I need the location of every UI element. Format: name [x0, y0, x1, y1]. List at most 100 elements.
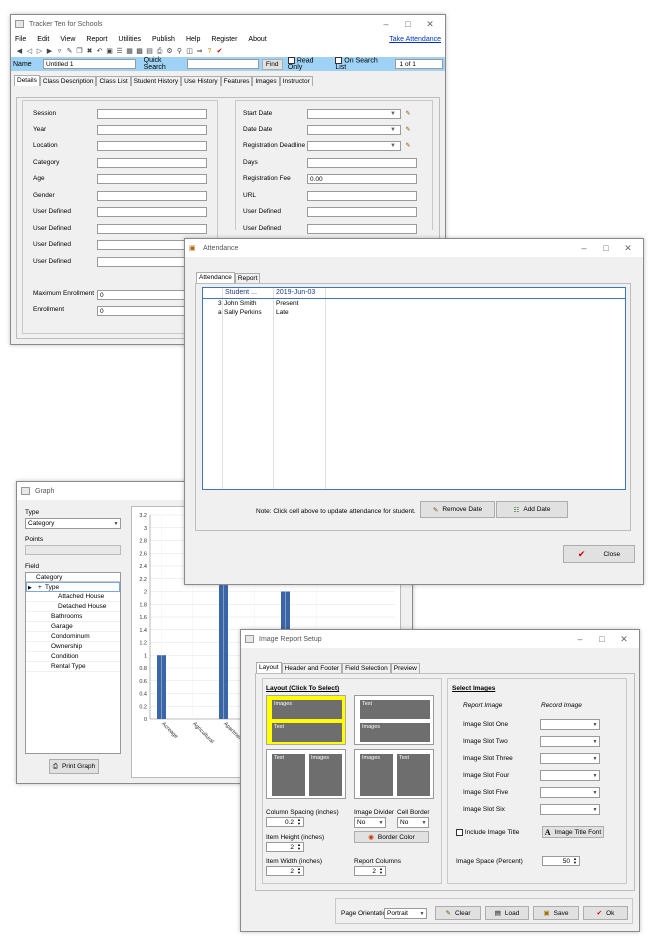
session-input[interactable]: [97, 109, 207, 119]
row-2-name[interactable]: Sally Perkins: [224, 309, 262, 316]
right-user-defined-2-input[interactable]: [307, 224, 417, 234]
tab-use-history[interactable]: Use History: [181, 76, 221, 86]
field-tree-row[interactable]: Detached House: [26, 602, 120, 612]
registration-fee-input[interactable]: 0.00: [307, 174, 417, 184]
menu-register[interactable]: Register: [211, 36, 237, 43]
field-tree-row[interactable]: Condominum: [26, 632, 120, 642]
find-button[interactable]: Find: [261, 58, 283, 70]
save-icon[interactable]: ▣: [105, 47, 114, 56]
registration-deadline-pick-icon[interactable]: ✎: [404, 142, 412, 150]
field-tree[interactable]: Category ▶ + Type Attached House Detached Ho…: [25, 572, 121, 754]
help-icon[interactable]: ?: [205, 47, 214, 56]
filter-icon[interactable]: ▿: [55, 47, 64, 56]
menu-report[interactable]: Report: [86, 36, 107, 43]
attendance-grid[interactable]: Student ... 2019-Jun-03 3 John Smith Pre…: [202, 287, 626, 490]
row-2-status[interactable]: Late: [276, 309, 289, 316]
layout-option-images-over-text[interactable]: Images Text: [266, 695, 346, 745]
row-1-name[interactable]: John Smith: [224, 300, 257, 307]
spinner-arrows-icon[interactable]: ▲ ▼: [296, 867, 302, 875]
registration-deadline-input[interactable]: [307, 141, 401, 151]
last-record-icon[interactable]: ▶: [45, 47, 54, 56]
image-slot-select[interactable]: ▼: [540, 804, 600, 815]
start-date-pick-icon[interactable]: ✎: [404, 110, 412, 118]
image-divider-select[interactable]: No ▼: [354, 817, 386, 828]
include-image-title-check[interactable]: [456, 829, 463, 836]
start-date-input[interactable]: [307, 109, 401, 119]
report-icon[interactable]: ▤: [145, 47, 154, 56]
field-tree-row[interactable]: Condition: [26, 652, 120, 662]
layout-option-images-left-text-right[interactable]: Images Text: [354, 749, 434, 799]
save-button[interactable]: ▣ Save: [533, 906, 579, 920]
image-title-font-button[interactable]: A Image Title Font: [542, 826, 604, 838]
tab-report[interactable]: Report: [234, 273, 261, 283]
take-attendance-link[interactable]: Take Attendance: [389, 36, 441, 43]
image-slot-select[interactable]: ▼: [540, 736, 600, 747]
attendance-close-button[interactable]: ✔ Close: [563, 545, 635, 563]
date-date-pick-icon[interactable]: ✎: [404, 126, 412, 134]
grid-icon[interactable]: ▦: [125, 47, 134, 56]
include-image-title-checkbox[interactable]: Include Image Title: [456, 829, 519, 836]
page-orientation-select[interactable]: Portrait ▼: [384, 908, 427, 919]
clear-button[interactable]: ✎ Clear: [435, 906, 481, 920]
on-search-list-check[interactable]: [335, 56, 343, 64]
tab-images[interactable]: Images: [252, 76, 280, 86]
chart-icon[interactable]: ▩: [135, 47, 144, 56]
gender-input[interactable]: [97, 191, 207, 201]
year-input[interactable]: [97, 125, 207, 135]
start-date-calendar-icon[interactable]: ▼: [389, 110, 397, 118]
field-tree-row[interactable]: Rental Type: [26, 662, 120, 672]
column-spacing-spinner[interactable]: 0.2 ▲ ▼: [266, 817, 304, 827]
menu-view[interactable]: View: [60, 36, 75, 43]
new-icon[interactable]: ✎: [65, 47, 74, 56]
tab-class-description[interactable]: Class Description: [39, 76, 97, 86]
spinner-arrows-icon[interactable]: ▲ ▼: [572, 857, 578, 865]
days-input[interactable]: [307, 158, 417, 168]
export-icon[interactable]: ⇒: [195, 47, 204, 56]
close-icon[interactable]: ✕: [419, 19, 441, 30]
copy-icon[interactable]: ❐: [75, 47, 84, 56]
menu-file[interactable]: File: [15, 36, 26, 43]
tab-attendance[interactable]: Attendance: [196, 272, 235, 283]
points-spinner[interactable]: [25, 545, 121, 555]
image-slot-select[interactable]: ▼: [540, 770, 600, 781]
date-date-input[interactable]: [307, 125, 401, 135]
spinner-arrows-icon[interactable]: ▲ ▼: [378, 867, 384, 875]
attendance-minimize-icon[interactable]: –: [573, 243, 595, 253]
col-header-date[interactable]: 2019-Jun-03: [276, 289, 315, 296]
settings-icon[interactable]: ⚙: [165, 47, 174, 56]
image-slot-select[interactable]: ▼: [540, 787, 600, 798]
tab-header-footer[interactable]: Header and Footer: [281, 663, 343, 673]
field-tree-row[interactable]: Ownership: [26, 642, 120, 652]
attendance-maximize-icon[interactable]: □: [595, 243, 617, 253]
delete-icon[interactable]: ✖: [85, 47, 94, 56]
image-report-maximize-icon[interactable]: □: [591, 634, 613, 644]
menu-publish[interactable]: Publish: [152, 36, 175, 43]
prev-record-icon[interactable]: ◁: [25, 47, 34, 56]
image-slot-select[interactable]: ▼: [540, 719, 600, 730]
tab-features[interactable]: Features: [220, 76, 253, 86]
spinner-arrows-icon[interactable]: ▲ ▼: [296, 818, 302, 826]
minimize-icon[interactable]: –: [375, 19, 397, 29]
location-input[interactable]: [97, 141, 207, 151]
tab-instructor[interactable]: Instructor: [279, 76, 313, 86]
category-input[interactable]: [97, 158, 207, 168]
read-only-checkbox[interactable]: Read Only: [287, 56, 328, 71]
maximize-icon[interactable]: □: [397, 19, 419, 29]
check-icon[interactable]: ✔: [215, 47, 224, 56]
image-report-minimize-icon[interactable]: –: [569, 634, 591, 644]
image-report-close-icon[interactable]: ✕: [613, 634, 635, 645]
print-icon[interactable]: ⎙: [155, 47, 164, 56]
read-only-check[interactable]: [287, 56, 295, 64]
tab-field-selection[interactable]: Field Selection: [342, 663, 391, 673]
next-record-icon[interactable]: ▷: [35, 47, 44, 56]
image-space-spinner[interactable]: 50 ▲ ▼: [542, 856, 580, 866]
tab-layout[interactable]: Layout: [256, 662, 282, 673]
item-height-spinner[interactable]: 2 ▲ ▼: [266, 842, 304, 852]
layout-option-text-over-images[interactable]: Text Images: [354, 695, 434, 745]
on-search-list-checkbox[interactable]: On Search List: [335, 56, 388, 71]
search-icon[interactable]: ⚲: [175, 47, 184, 56]
url-input[interactable]: [307, 191, 417, 201]
row-1-status[interactable]: Present: [276, 300, 298, 307]
name-input[interactable]: Untitled 1: [42, 59, 136, 69]
remove-date-button[interactable]: ✎ Remove Date: [420, 501, 495, 518]
